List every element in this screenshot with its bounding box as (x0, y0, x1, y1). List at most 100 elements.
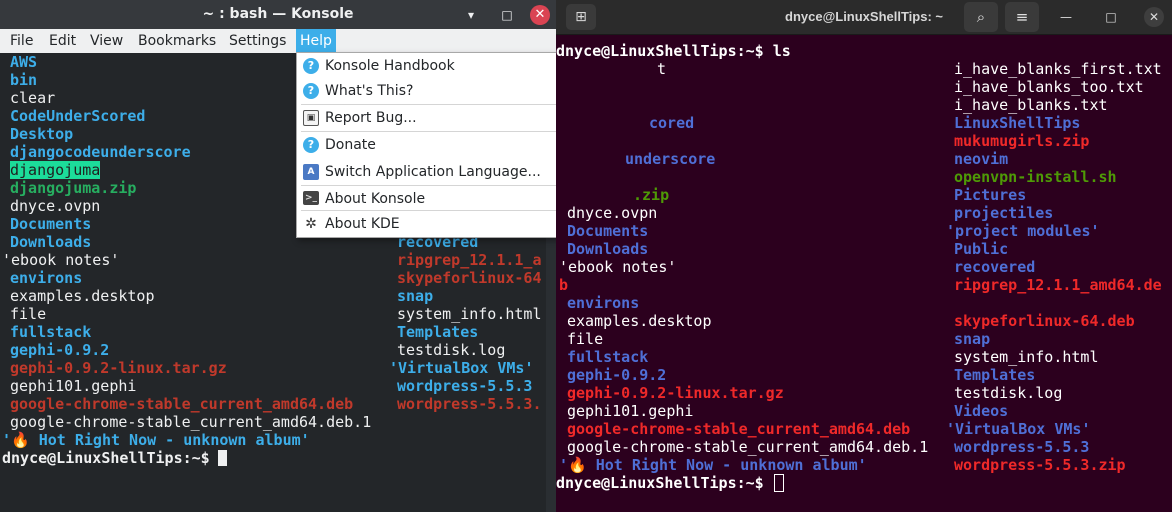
listing-entry: 'VirtualBox VMs' (946, 420, 1091, 438)
listing-entry: google-chrome-stable_current_amd64.deb (10, 395, 354, 413)
shell-prompt: dnyce@LinuxShellTips:~$ (556, 474, 764, 492)
listing-entry: '🔥 Hot Right Now - unknown album' (2, 431, 310, 449)
listing-entry: examples.desktop (567, 312, 712, 330)
listing-entry: file (567, 330, 604, 348)
help-menu-item-label: Konsole Handbook (325, 58, 455, 74)
gnome-terminal-output[interactable]: dnyce@LinuxShellTips:~$ ls t cored undersco… (556, 34, 1172, 512)
listing-entry: djangojuma (10, 161, 101, 179)
listing-entry: '🔥 Hot Right Now - unknown album' (559, 456, 867, 474)
listing-entry: Videos (954, 402, 1009, 420)
minimize-button[interactable]: ▾ (461, 5, 481, 25)
listing-entry: Pictures (954, 186, 1027, 204)
new-tab-icon: ⊞ (575, 9, 587, 25)
listing-entry: 'VirtualBox VMs' (389, 359, 534, 377)
listing-entry: wordpress-5.5.3 (954, 438, 1090, 456)
donate-icon: ? (303, 137, 319, 153)
listing-entry: i_have_blanks_first.txt (954, 60, 1162, 78)
language-icon: A (303, 164, 319, 180)
help-icon: ? (303, 58, 319, 74)
new-tab-button[interactable]: ⊞ (566, 4, 596, 30)
help-menu-item-label: Report Bug... (325, 110, 417, 126)
hamburger-icon: ≡ (1015, 8, 1029, 26)
listing-entry: skypeforlinux-64 (397, 269, 542, 287)
minimize-button[interactable]: — (1056, 7, 1076, 27)
maximize-button[interactable]: □ (1101, 7, 1121, 27)
listing-entry: i_have_blanks.txt (954, 96, 1108, 114)
help-menu-item[interactable]: ✲ About KDE (297, 212, 556, 237)
menu-separator (301, 131, 556, 132)
command-line: dnyce@LinuxShellTips:~$ ls (556, 42, 791, 60)
listing-entry: ripgrep_12.1.1_a (397, 251, 542, 269)
maximize-button[interactable]: □ (497, 5, 517, 25)
listing-entry: neovim (954, 150, 1009, 168)
listing-entry: Desktop (10, 125, 74, 143)
help-menu-item[interactable]: >_ About Konsole (297, 187, 556, 212)
help-menu-item-label: About Konsole (325, 191, 426, 207)
listing-entry: wordpress-5.5.3. (397, 395, 542, 413)
help-menu-item-label: What's This? (325, 83, 414, 99)
listing-entry: projectiles (954, 204, 1054, 222)
help-menu-item-label: Donate (325, 137, 376, 153)
maximize-icon: □ (501, 8, 513, 22)
maximize-icon: □ (1105, 10, 1117, 24)
menu-separator (301, 185, 556, 186)
minimize-icon: — (1060, 10, 1072, 24)
window-title: dnyce@LinuxShellTips: ~ (785, 9, 943, 24)
listing-entry: bin (10, 71, 38, 89)
listing-entry: i_have_blanks_too.txt (954, 78, 1144, 96)
bug-icon: ▣ (303, 110, 319, 126)
listing-entry: Downloads (567, 240, 649, 258)
help-menu-item-label: About KDE (325, 216, 400, 232)
konsole-icon: >_ (303, 191, 319, 205)
gnome-terminal-window[interactable]: ⊞ dnyce@LinuxShellTips: ~ ⌕ ≡ — □ ✕ dnyc… (556, 0, 1172, 512)
listing-entry: AWS (10, 53, 38, 71)
search-icon: ⌕ (976, 8, 986, 26)
close-button[interactable]: ✕ (530, 5, 550, 25)
konsole-window[interactable]: ~ : bash — Konsole ▾ □ ✕ File Edit View … (0, 0, 556, 512)
help-menu-item[interactable]: ?What's This?Shift+F1 (297, 79, 556, 104)
listing-entry: skypeforlinux-64.deb (954, 312, 1135, 330)
close-icon: ✕ (534, 7, 546, 22)
menu-settings[interactable]: Settings (225, 29, 290, 53)
listing-entry: wordpress-5.5.3.zip (954, 456, 1126, 474)
listing-entry: djangojuma.zip (10, 179, 137, 197)
text-cursor (218, 450, 227, 466)
listing-entry: google-chrome-stable_current_amd64.deb (567, 420, 911, 438)
listing-entry: file (10, 305, 47, 323)
listing-entry: CodeUnderScored (10, 107, 146, 125)
konsole-titlebar[interactable]: ~ : bash — Konsole ▾ □ ✕ (0, 0, 556, 29)
listing-entry: examples.desktop (10, 287, 155, 305)
listing-entry: gephi-0.9.2-linux.tar.gz (567, 384, 784, 402)
close-icon: ✕ (1148, 10, 1160, 24)
listing-entry: .zip (633, 186, 670, 204)
menu-separator (301, 104, 556, 105)
menu-view[interactable]: View (86, 29, 127, 53)
menu-file[interactable]: File (6, 29, 37, 53)
search-button[interactable]: ⌕ (964, 2, 998, 32)
listing-entry: fullstack (10, 323, 92, 341)
listing-entry: djangocodeunderscore (10, 143, 191, 161)
listing-entry: snap (397, 287, 434, 305)
help-dropdown-menu: ? Konsole Handbook ?What's This?Shift+F1 ▣ R… (296, 52, 556, 238)
listing-entry: underscore (625, 150, 716, 168)
listing-entry: Public (954, 240, 1009, 258)
help-menu-item[interactable]: ▣ Report Bug... (297, 106, 556, 131)
listing-entry: ripgrep_12.1.1_amd64.de (954, 276, 1162, 294)
listing-entry: b (559, 276, 569, 294)
listing-entry: 'ebook notes' (559, 258, 677, 276)
gnome-titlebar[interactable]: ⊞ dnyce@LinuxShellTips: ~ ⌕ ≡ — □ ✕ (556, 0, 1172, 35)
text-cursor (774, 474, 784, 492)
help-menu-item[interactable]: A Switch Application Language... (297, 160, 556, 185)
menu-edit[interactable]: Edit (45, 29, 80, 53)
listing-entry: cored (649, 114, 695, 132)
menu-help[interactable]: Help (296, 29, 336, 53)
hamburger-menu-button[interactable]: ≡ (1005, 2, 1039, 32)
help-menu-item[interactable]: ? Konsole Handbook (297, 54, 556, 79)
listing-entry: snap (954, 330, 991, 348)
close-button[interactable]: ✕ (1144, 7, 1164, 27)
listing-entry: system_info.html (397, 305, 542, 323)
listing-entry: gephi101.gephi (567, 402, 694, 420)
menu-bookmarks[interactable]: Bookmarks (134, 29, 220, 53)
help-menu-item[interactable]: ? Donate (297, 133, 556, 158)
listing-entry: 'project modules' (946, 222, 1100, 240)
